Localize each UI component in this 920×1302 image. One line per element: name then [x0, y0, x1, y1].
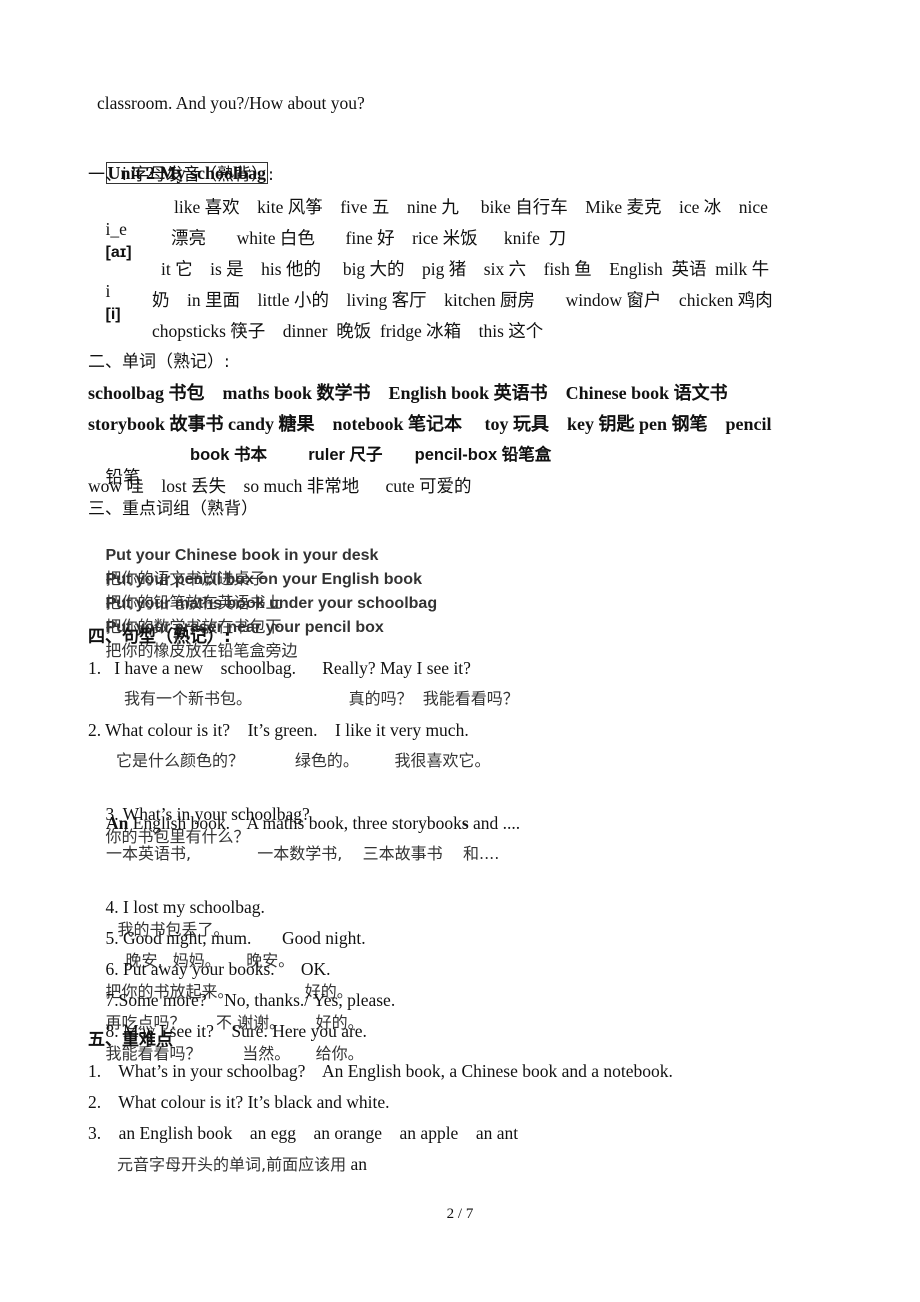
ie-words-line-1: like 喜欢 kite 风筝 five 五 nine 九 bike 自行车 M… [174, 197, 768, 217]
sentence-3-answer: An English book. A maths book, three sto… [106, 812, 520, 834]
key-point-3-note: 元音字母开头的单词,前面应该用 an [117, 1153, 367, 1176]
sentence-1-cn: 我有一个新书包。 真的吗？ 我能看看吗？ [124, 689, 519, 708]
note-cn: 元音字母开头的单词,前面应该用 [117, 1155, 347, 1174]
section-5-heading: 五、重难点 [88, 1030, 173, 1050]
key-point-1: 1. What’s in your schoolbag? An English … [88, 1061, 673, 1081]
section-1-heading: 一、i 字母发音（熟背）: [88, 165, 274, 185]
vocab-line-1: schoolbag 书包 maths book 数学书 English book… [88, 383, 728, 403]
sentence-2: 2. What colour is it? It’s green. I like… [88, 720, 469, 740]
section-4-heading: 四、句型（熟记）: [88, 627, 231, 647]
continuation-text: classroom. And you?/How about you? [97, 93, 365, 113]
i-words-line-2: 奶 in 里面 little 小的 living 客厅 kitchen 厨房 w… [152, 290, 773, 310]
page-indicator: 2 / 7 [446, 1206, 474, 1222]
sentence-1: 1. I have a new schoolbag. Really? May I… [88, 658, 471, 678]
i-words-line-1: it 它 is 是 his 他的 big 大的 pig 猪 six 六 fish… [161, 259, 770, 279]
answer-end: and .... [468, 813, 521, 833]
section-2-heading: 二、单词（熟记）: [88, 352, 230, 372]
answer-text: English book. A maths book, three storyb… [128, 813, 462, 833]
vocab-line-4: wow 哇 lost 丢失 so much 非常地 cute 可爱的 [88, 476, 472, 496]
ie-words-line-2: 漂亮 white 白色 fine 好 rice 米饭 knife 刀 [171, 228, 567, 248]
note-an: an [346, 1154, 367, 1174]
i-label: i [105, 281, 111, 301]
i-pronunciation-row: i [i] [88, 258, 121, 348]
vocab-line-3-words: book 书本 ruler 尺子 pencil-box 铅笔盒 [190, 446, 552, 464]
answer-plural-s: s [461, 813, 469, 833]
sentence-3-answer-cn: 一本英语书, 一本数学书, 三本故事书 和.... [106, 844, 500, 863]
section-3-heading: 三、重点词组（熟背） [88, 499, 258, 519]
vocab-line-2: storybook 故事书 candy 糖果 notebook 笔记本 toy … [88, 414, 772, 434]
i-words-line-3: chopsticks 筷子 dinner 晚饭 fridge 冰箱 this 这… [152, 321, 544, 341]
document-page: classroom. And you?/How about you? Unit … [0, 0, 920, 1302]
i-ipa: [i] [105, 306, 121, 323]
key-point-2: 2. What colour is it? It’s black and whi… [88, 1092, 390, 1112]
answer-article: An [106, 813, 129, 833]
sentence-2-cn: 它是什么颜色的？ 绿色的。 我很喜欢它。 [116, 751, 491, 770]
ie-label: i_e [105, 219, 127, 239]
key-point-3: 3. an English book an egg an orange an a… [88, 1123, 519, 1143]
